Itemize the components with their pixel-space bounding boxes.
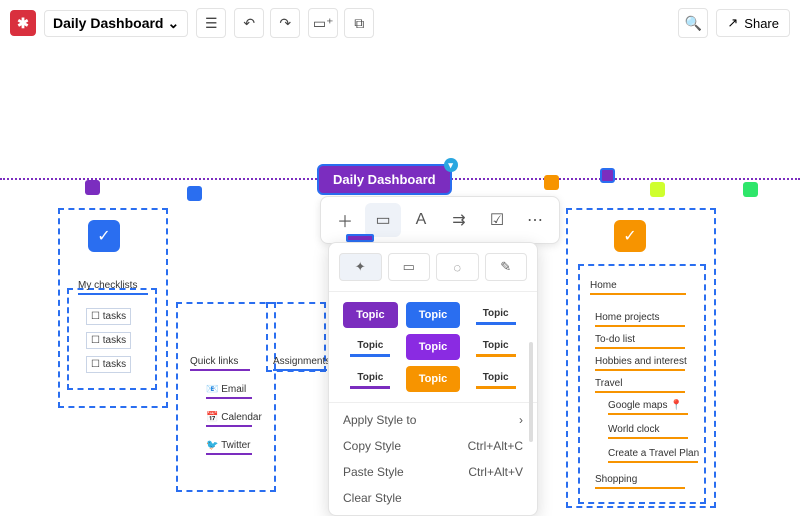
tag-green[interactable] (743, 182, 758, 197)
style-swatch[interactable]: Topic (343, 334, 398, 360)
style-tab-line[interactable]: ✎ (485, 253, 528, 281)
tag-purple-2[interactable] (600, 168, 615, 183)
node-todo[interactable]: To-do list (595, 334, 685, 349)
node-home[interactable]: Home (590, 280, 686, 295)
app-logo: ✱ (10, 10, 36, 36)
node-calendar[interactable]: 📅 Calendar (206, 412, 262, 427)
check-icon: ✓ (97, 226, 110, 246)
add-topic-button[interactable]: ＋ (327, 203, 363, 237)
share-icon: ↗ (727, 15, 738, 31)
node-tasks[interactable]: ☐ tasks (86, 308, 131, 325)
node-shopping[interactable]: Shopping (595, 474, 685, 489)
style-swatch[interactable]: Topic (406, 334, 461, 360)
apply-style-menu[interactable]: Apply Style to› (329, 407, 537, 433)
insert-topic-button[interactable]: ▭⁺ (308, 8, 338, 38)
style-panel: ✦ ▭ ◌ ✎ Topic Topic Topic Topic Topic To… (328, 242, 538, 516)
tag-purple[interactable] (85, 180, 100, 195)
share-button[interactable]: ↗ Share (716, 9, 790, 37)
node-twitter[interactable]: 🐦 Twitter (206, 440, 252, 455)
document-title: Daily Dashboard (53, 15, 163, 31)
node-quick-links[interactable]: Quick links (190, 356, 250, 371)
clear-style-menu[interactable]: Clear Style (329, 485, 537, 511)
style-swatch[interactable]: Topic (406, 366, 461, 392)
structure-button[interactable]: ⇉ (441, 203, 477, 237)
node-home-projects[interactable]: Home projects (595, 312, 685, 327)
checklist-check-node[interactable]: ✓ (88, 220, 120, 252)
style-swatch[interactable]: Topic (343, 366, 398, 392)
style-swatch[interactable]: Topic (468, 334, 523, 360)
text-style-button[interactable]: A (403, 203, 439, 237)
style-swatch[interactable]: Topic (468, 302, 523, 328)
shape-button[interactable]: ▭ (365, 203, 401, 237)
style-swatch[interactable]: Topic (343, 302, 398, 328)
more-button[interactable]: ⋯ (517, 203, 553, 237)
tag-yellow[interactable] (650, 182, 665, 197)
node-assignments[interactable]: Assignments (273, 356, 330, 371)
node-world-clock[interactable]: World clock (608, 424, 688, 439)
check-icon: ✓ (623, 226, 636, 246)
style-swatch[interactable]: Topic (406, 302, 461, 328)
document-title-dropdown[interactable]: Daily Dashboard ⌄ (44, 10, 188, 37)
redo-button[interactable]: ↷ (270, 8, 300, 38)
style-tab-shape[interactable]: ▭ (388, 253, 431, 281)
copy-style-menu[interactable]: Copy StyleCtrl+Alt+C (329, 433, 537, 459)
node-create-plan[interactable]: Create a Travel Plan (608, 448, 699, 463)
home-check-node[interactable]: ✓ (614, 220, 646, 252)
tag-orange[interactable] (544, 175, 559, 190)
menu-button[interactable]: ☰ (196, 8, 226, 38)
style-swatch[interactable]: Topic (468, 366, 523, 392)
node-travel[interactable]: Travel (595, 378, 685, 393)
node-email[interactable]: 📧 Email (206, 384, 252, 399)
scrollbar[interactable] (529, 342, 533, 442)
search-button[interactable]: 🔍 (678, 8, 708, 38)
paste-style-menu[interactable]: Paste StyleCtrl+Alt+V (329, 459, 537, 485)
tag-blue[interactable] (187, 186, 202, 201)
node-tasks[interactable]: ☐ tasks (86, 356, 131, 373)
insert-subtopic-button[interactable]: ⧉ (344, 8, 374, 38)
node-my-checklists[interactable]: My checklists (78, 280, 148, 295)
share-label: Share (744, 16, 779, 31)
collapse-toggle-icon[interactable]: ▾ (444, 158, 458, 172)
main-topic-node[interactable]: Daily Dashboard ▾ (317, 164, 452, 195)
undo-button[interactable]: ↶ (234, 8, 264, 38)
node-tasks[interactable]: ☐ tasks (86, 332, 131, 349)
node-maps[interactable]: Google maps 📍 (608, 400, 688, 415)
node-hobbies[interactable]: Hobbies and interest (595, 356, 687, 371)
chevron-down-icon: ⌄ (167, 15, 179, 32)
style-tab-presets[interactable]: ✦ (339, 253, 382, 281)
style-tab-fill[interactable]: ◌ (436, 253, 479, 281)
task-button[interactable]: ☑ (479, 203, 515, 237)
chevron-right-icon: › (519, 413, 523, 427)
selected-handle[interactable] (346, 234, 374, 242)
